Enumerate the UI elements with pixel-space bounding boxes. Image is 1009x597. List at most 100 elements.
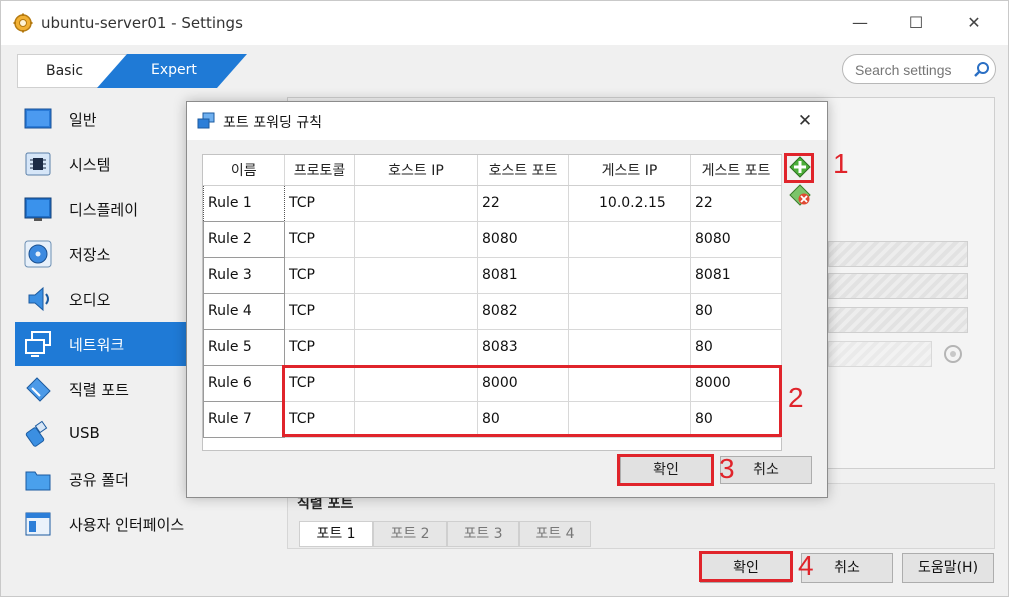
annotation-box-3 <box>617 454 714 486</box>
search-icon[interactable] <box>973 61 991 79</box>
sidebar-label-storage: 저장소 <box>69 246 111 264</box>
cell-name[interactable]: Rule 7 <box>203 400 285 438</box>
dialog-close-button[interactable]: ✕ <box>791 108 819 134</box>
expert-mode-label: Expert <box>151 62 197 78</box>
tab-port-1[interactable]: 포트 1 <box>299 521 373 547</box>
cell-host-port[interactable]: 8080 <box>477 221 569 258</box>
mac-address-field <box>828 341 932 367</box>
disabled-field <box>828 307 968 333</box>
annotation-number-3: 3 <box>719 453 735 484</box>
search-box[interactable] <box>842 54 996 84</box>
user-interface-icon <box>25 512 51 536</box>
table-row[interactable]: Rule 2 TCP 8080 8080 <box>203 220 782 258</box>
column-header-protocol[interactable]: 프로토콜 <box>284 155 355 186</box>
column-header-guest-port[interactable]: 게스트 포트 <box>690 155 782 186</box>
cell-host-port[interactable]: 8081 <box>477 257 569 294</box>
cell-guest-port[interactable]: 8081 <box>690 257 782 294</box>
cell-guest-port[interactable]: 80 <box>690 293 782 330</box>
sidebar-label-network: 네트워크 <box>69 336 125 354</box>
cell-host-ip[interactable] <box>354 293 478 330</box>
sidebar-label-general: 일반 <box>69 111 97 129</box>
annotation-box-4 <box>699 551 793 582</box>
cell-protocol[interactable]: TCP <box>284 257 355 294</box>
disabled-field <box>828 241 968 267</box>
cell-host-port[interactable]: 8083 <box>477 329 569 366</box>
cell-name[interactable]: Rule 2 <box>203 220 285 258</box>
sidebar-item-user-interface[interactable]: 사용자 인터페이스 <box>15 502 287 546</box>
storage-disc-icon <box>24 240 52 268</box>
column-header-guest-ip[interactable]: 게스트 IP <box>568 155 691 186</box>
sidebar-label-audio: 오디오 <box>69 291 111 309</box>
cancel-button[interactable]: 취소 <box>801 553 893 583</box>
tab-port-2[interactable]: 포트 2 <box>373 521 447 547</box>
cell-protocol[interactable]: TCP <box>284 329 355 366</box>
remove-rule-icon[interactable] <box>789 184 811 206</box>
close-button[interactable]: ✕ <box>954 9 994 37</box>
settings-gear-icon <box>13 13 33 33</box>
cell-host-port[interactable]: 8082 <box>477 293 569 330</box>
column-header-host-port[interactable]: 호스트 포트 <box>477 155 569 186</box>
cell-name[interactable]: Rule 5 <box>203 328 285 366</box>
annotation-number-4: 4 <box>798 550 814 581</box>
search-input[interactable] <box>855 60 973 80</box>
column-header-name[interactable]: 이름 <box>203 155 285 186</box>
cell-guest-ip[interactable] <box>568 329 691 366</box>
cell-name[interactable]: Rule 3 <box>203 256 285 294</box>
expert-mode-tab[interactable]: Expert <box>97 54 247 88</box>
cell-guest-port[interactable]: 80 <box>690 329 782 366</box>
cell-guest-port[interactable]: 8080 <box>690 221 782 258</box>
cell-host-ip[interactable] <box>354 185 478 222</box>
general-icon <box>24 108 52 129</box>
basic-mode-label: Basic <box>46 63 84 79</box>
title-bar: ubuntu-server01 - Settings — ☐ ✕ <box>1 1 1008 45</box>
serial-port-icon <box>26 377 51 402</box>
table-row[interactable]: Rule 4 TCP 8082 80 <box>203 292 782 330</box>
sidebar-label-usb: USB <box>69 424 100 442</box>
port-forwarding-dialog: 포트 포워딩 규칙 ✕ 이름 프로토콜 호스트 IP 호스트 포트 게스트 IP… <box>186 101 828 498</box>
sidebar-label-display: 디스플레이 <box>69 201 139 219</box>
system-chip-icon <box>25 152 51 176</box>
table-row[interactable]: Rule 3 TCP 8081 8081 <box>203 256 782 294</box>
sidebar-label-shared-folder: 공유 폴더 <box>69 471 129 489</box>
network-icon <box>25 331 51 357</box>
table-row[interactable]: Rule 5 TCP 8083 80 <box>203 328 782 366</box>
cell-host-ip[interactable] <box>354 257 478 294</box>
minimize-button[interactable]: — <box>840 9 880 37</box>
help-button[interactable]: 도움말(H) <box>902 553 994 583</box>
refresh-icon <box>944 345 962 363</box>
network-icon <box>197 112 215 129</box>
annotation-box-1 <box>784 153 814 183</box>
tab-port-3[interactable]: 포트 3 <box>447 521 519 547</box>
shared-folder-icon <box>25 471 51 491</box>
cell-name[interactable]: Rule 4 <box>203 292 285 330</box>
cell-guest-ip[interactable] <box>568 221 691 258</box>
cell-protocol[interactable]: TCP <box>284 293 355 330</box>
annotation-box-2 <box>282 365 782 437</box>
table-row[interactable]: Rule 1 TCP 22 10.0.2.15 22 <box>203 184 782 222</box>
cell-host-ip[interactable] <box>354 221 478 258</box>
cell-host-ip[interactable] <box>354 329 478 366</box>
cell-guest-ip[interactable]: 10.0.2.15 <box>568 185 691 222</box>
cell-name[interactable]: Rule 6 <box>203 364 285 402</box>
dialog-title: 포트 포워딩 규칙 <box>223 115 323 131</box>
cell-guest-port[interactable]: 22 <box>690 185 782 222</box>
annotation-number-1: 1 <box>833 148 849 179</box>
dialog-title-bar: 포트 포워딩 규칙 ✕ <box>187 102 827 140</box>
tab-port-4[interactable]: 포트 4 <box>519 521 591 547</box>
maximize-button[interactable]: ☐ <box>896 9 936 37</box>
column-header-host-ip[interactable]: 호스트 IP <box>354 155 478 186</box>
cell-protocol[interactable]: TCP <box>284 185 355 222</box>
table-header-row: 이름 프로토콜 호스트 IP 호스트 포트 게스트 IP 게스트 포트 <box>203 155 782 186</box>
cell-guest-ip[interactable] <box>568 293 691 330</box>
display-monitor-icon <box>24 197 52 221</box>
audio-speaker-icon <box>28 286 49 312</box>
annotation-number-2: 2 <box>788 382 804 413</box>
cell-host-port[interactable]: 22 <box>477 185 569 222</box>
cell-name[interactable]: Rule 1 <box>203 184 285 222</box>
sidebar-label-serial-port: 직렬 포트 <box>69 381 129 399</box>
cell-protocol[interactable]: TCP <box>284 221 355 258</box>
sidebar-label-system: 시스템 <box>69 156 111 174</box>
sidebar-label-user-interface: 사용자 인터페이스 <box>69 516 185 534</box>
disabled-field <box>828 273 968 299</box>
cell-guest-ip[interactable] <box>568 257 691 294</box>
